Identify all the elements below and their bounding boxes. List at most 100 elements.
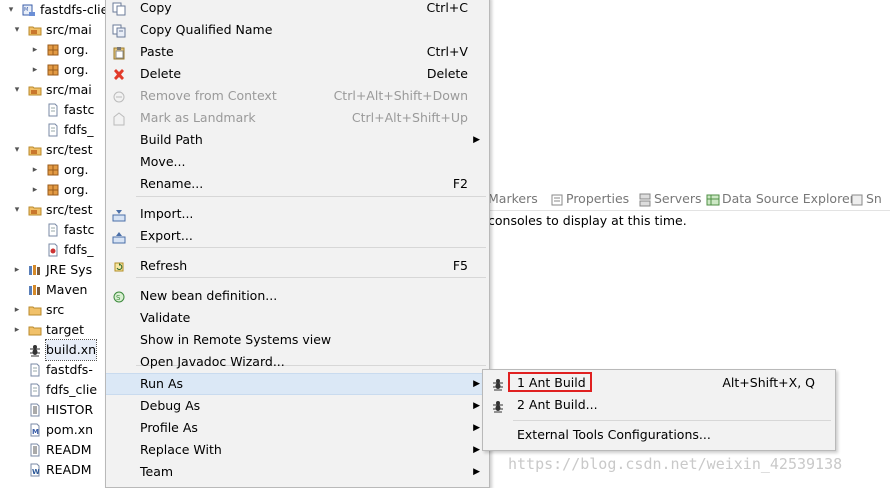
menu-item-move[interactable]: Move... [106, 151, 489, 173]
tree-item[interactable]: ▾ src/mai [0, 80, 110, 100]
menu-item-replace-with[interactable]: Replace With ▶ [106, 439, 489, 461]
source-folder-icon [28, 203, 42, 217]
menu-item-export[interactable]: Export... [106, 225, 489, 247]
tree-item-label: pom.xn [46, 422, 94, 437]
collapsed-arrow-icon[interactable]: ▸ [30, 60, 40, 80]
text-file-icon [28, 403, 42, 417]
tree-item[interactable]: ▸ org. [0, 40, 110, 60]
tree-item[interactable]: ▸ target [0, 320, 110, 340]
submenu-item-external-tools-configurations[interactable]: External Tools Configurations... [483, 424, 835, 446]
menu-item-label: New bean definition... [140, 288, 278, 303]
file-icon [28, 363, 42, 377]
menu-item-import[interactable]: Import... [106, 203, 489, 225]
tree-item[interactable]: ▸ org. [0, 60, 110, 80]
view-tab-data-source-explorer[interactable]: Data Source Explorer [722, 188, 855, 210]
tree-item[interactable]: fdfs_ [0, 120, 110, 140]
menu-item-validate[interactable]: Validate [106, 307, 489, 329]
submenu-item-2-ant-build[interactable]: 2 Ant Build... [483, 394, 835, 416]
menu-item-open-javadoc-wizard[interactable]: Open Javadoc Wizard... [106, 351, 489, 373]
tree-item[interactable]: build.xn [0, 339, 110, 361]
view-tab-markers[interactable]: Markers [488, 188, 538, 210]
menu-item-new-bean-definition[interactable]: S New bean definition... [106, 285, 489, 307]
source-folder-icon [28, 23, 42, 37]
menu-item-label: Show in Remote Systems view [140, 332, 332, 347]
maven-project-icon: M [22, 3, 36, 17]
tree-item-label: fastc [64, 102, 95, 117]
tree-item-label: src [46, 302, 65, 317]
library-icon [28, 263, 42, 277]
view-tab-properties[interactable]: Properties [566, 188, 629, 210]
svg-text:M: M [32, 428, 39, 436]
source-folder-icon [28, 83, 42, 97]
tree-item[interactable]: ▸ org. [0, 160, 110, 180]
tree-item[interactable]: Mpom.xn [0, 420, 110, 440]
expanded-arrow-icon[interactable]: ▾ [6, 0, 16, 20]
collapsed-arrow-icon[interactable]: ▸ [30, 160, 40, 180]
menu-item-label: Profile As [140, 420, 198, 435]
tree-item-label: fastc [64, 222, 95, 237]
submenu-arrow-icon: ▶ [473, 135, 480, 145]
submenu-arrow-icon: ▶ [473, 467, 480, 477]
remove-context-icon [112, 89, 127, 104]
menu-separator [136, 196, 486, 197]
tree-item[interactable]: ▸ src [0, 300, 110, 320]
expanded-arrow-icon[interactable]: ▾ [12, 200, 22, 220]
library-icon [28, 283, 42, 297]
tree-item-label: org. [64, 42, 89, 57]
tree-item[interactable]: fastc [0, 100, 110, 120]
tree-item[interactable]: ▾ src/test [0, 140, 110, 160]
tree-item-label: src/mai [46, 22, 92, 37]
tree-item-label: fdfs_clie [46, 382, 98, 397]
menu-item-team[interactable]: Team ▶ [106, 461, 489, 483]
menu-item-refresh[interactable]: Refresh F5 [106, 255, 489, 277]
tree-item[interactable]: HISTOR [0, 400, 110, 420]
folder-icon [28, 323, 42, 337]
collapsed-arrow-icon[interactable]: ▸ [12, 260, 22, 280]
tree-item[interactable]: fastc [0, 220, 110, 240]
tree-item[interactable]: fastdfs- [0, 360, 110, 380]
text-file-icon [28, 443, 42, 457]
menu-item-shortcut: F5 [452, 258, 468, 273]
tree-item[interactable]: ▾ src/test [0, 200, 110, 220]
collapsed-arrow-icon[interactable]: ▸ [12, 300, 22, 320]
expanded-arrow-icon[interactable]: ▾ [12, 20, 22, 40]
tree-item[interactable]: Maven [0, 280, 110, 300]
menu-item-rename[interactable]: Rename... F2 [106, 173, 489, 195]
menu-item-show-in-remote-systems-view[interactable]: Show in Remote Systems view [106, 329, 489, 351]
menu-item-remove-from-context[interactable]: Remove from Context Ctrl+Alt+Shift+Down [106, 85, 489, 107]
menu-item-profile-as[interactable]: Profile As ▶ [106, 417, 489, 439]
menu-item-mark-as-landmark[interactable]: Mark as Landmark Ctrl+Alt+Shift+Up [106, 107, 489, 129]
tree-item[interactable]: ▾ src/mai [0, 20, 110, 40]
tree-item[interactable]: fdfs_clie [0, 380, 110, 400]
menu-item-build-path[interactable]: Build Path ▶ [106, 129, 489, 151]
tree-item[interactable]: READM [0, 440, 110, 460]
tree-item[interactable]: ▸ JRE Sys [0, 260, 110, 280]
menu-item-paste[interactable]: Paste Ctrl+V [106, 41, 489, 63]
delete-icon [112, 67, 127, 82]
menu-item-label: Move... [140, 154, 186, 169]
view-tab-servers[interactable]: Servers [654, 188, 702, 210]
expanded-arrow-icon[interactable]: ▾ [12, 140, 22, 160]
config-file-icon [46, 243, 60, 257]
menu-item-debug-as[interactable]: Debug As ▶ [106, 395, 489, 417]
collapsed-arrow-icon[interactable]: ▸ [30, 180, 40, 200]
view-tab-sn[interactable]: Sn [866, 188, 882, 210]
collapsed-arrow-icon[interactable]: ▸ [12, 320, 22, 340]
tree-item[interactable]: W READM [0, 460, 110, 480]
tree-item-label: src/test [46, 202, 93, 217]
menu-item-copy[interactable]: Copy Ctrl+C [106, 0, 489, 19]
servers-icon [638, 192, 651, 207]
tree-item[interactable]: ▾ Mfastdfs-clie [0, 0, 110, 20]
menu-item-copy-qualified-name[interactable]: Copy Qualified Name [106, 19, 489, 41]
menu-item-label: Delete [140, 66, 182, 81]
tree-item[interactable]: ▸ org. [0, 180, 110, 200]
file-icon [28, 383, 42, 397]
menu-item-delete[interactable]: Delete Delete [106, 63, 489, 85]
menu-item-run-as[interactable]: Run As ▶ [106, 373, 489, 395]
tree-item[interactable]: fdfs_ [0, 240, 110, 260]
menu-separator [513, 420, 831, 421]
folder-icon [28, 303, 42, 317]
snippets-icon [850, 192, 863, 206]
collapsed-arrow-icon[interactable]: ▸ [30, 40, 40, 60]
expanded-arrow-icon[interactable]: ▾ [12, 80, 22, 100]
